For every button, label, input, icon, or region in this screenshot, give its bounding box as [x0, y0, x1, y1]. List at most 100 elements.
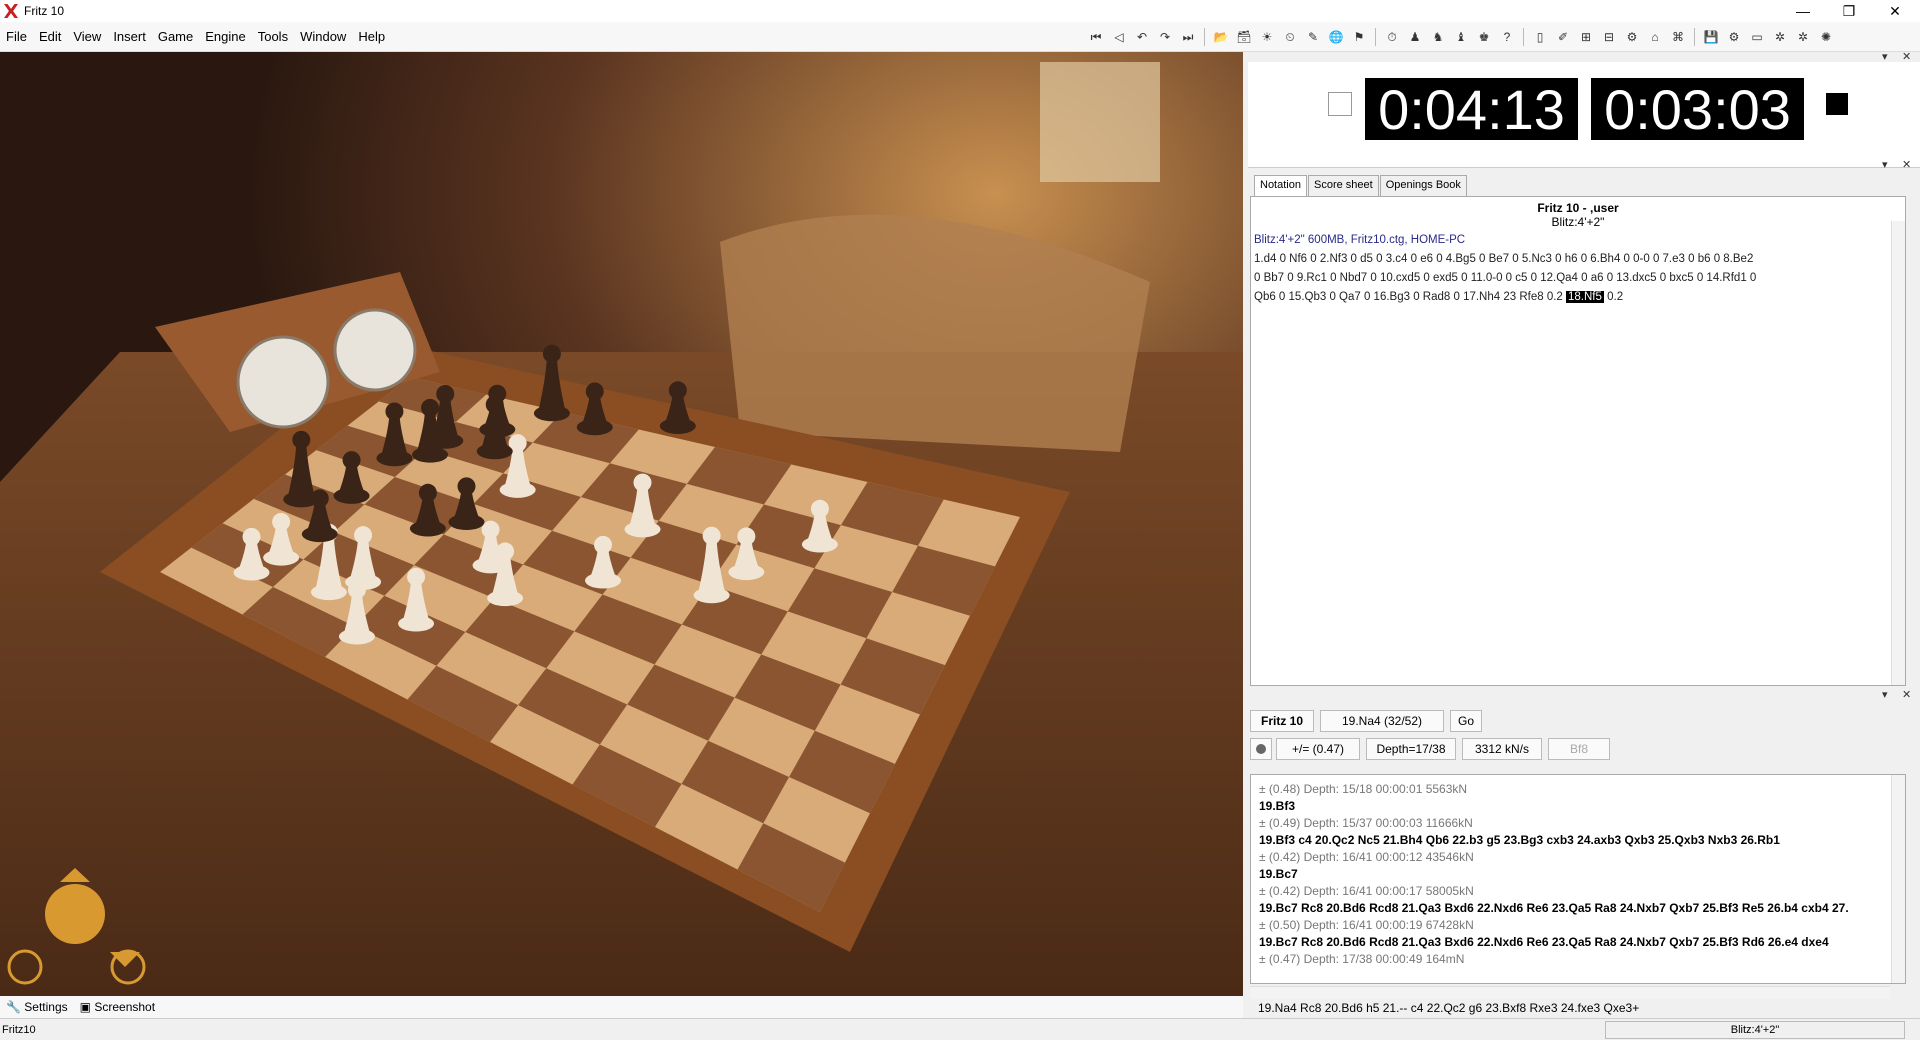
timer-icon[interactable]: ⏲ — [1279, 27, 1301, 47]
open-icon[interactable]: 📂 — [1210, 27, 1232, 47]
notation-scrollbar[interactable] — [1891, 221, 1905, 685]
menu-help[interactable]: Help — [352, 29, 391, 44]
tray-icon[interactable]: ▭ — [1746, 27, 1768, 47]
chess-scene[interactable] — [0, 52, 1243, 996]
engine-icon[interactable]: ☀ — [1256, 27, 1278, 47]
tab-openings-book[interactable]: Openings Book — [1379, 175, 1467, 197]
engine-toggle[interactable] — [1250, 738, 1272, 760]
game-event: Blitz:4'+2" — [1551, 215, 1605, 229]
moves-line-3[interactable]: Qb6 0 15.Qb3 0 Qa7 0 16.Bg3 0 Rad8 0 17.… — [1254, 290, 1903, 305]
menu-edit[interactable]: Edit — [33, 29, 67, 44]
analysis-variation[interactable]: 19.Bc7 — [1251, 866, 1905, 883]
notation-panel[interactable]: Fritz 10 - ,user Blitz:4'+2" Blitz:4'+2"… — [1250, 196, 1906, 686]
game-header: Fritz 10 - ,user — [1537, 201, 1619, 215]
engine-pane-close-icon[interactable]: ✕ — [1902, 688, 1911, 701]
screenshot-label: Screenshot — [94, 1000, 156, 1014]
menu-engine[interactable]: Engine — [199, 29, 251, 44]
analysis-info: ± (0.49) Depth: 15/37 00:00:03 11666kN — [1259, 816, 1473, 830]
white-to-move-indicator — [1328, 92, 1352, 116]
current-move[interactable]: 18.Nf5 — [1566, 291, 1604, 303]
settings-icon[interactable]: ⚙ — [1723, 27, 1745, 47]
moves-line-3-eval[interactable]: 0.2 — [1607, 291, 1623, 303]
right-pane: ▾ ✕ 0:04:13 0:03:03 ▾ ✕ Notation Score s… — [1248, 51, 1920, 1017]
back-icon[interactable]: ↶ — [1131, 27, 1153, 47]
screenshot-button[interactable]: ▣ Screenshot — [80, 1000, 155, 1014]
menu-file[interactable]: File — [0, 29, 33, 44]
analysis-info: ± (0.47) Depth: 17/38 00:00:49 164mN — [1259, 952, 1465, 966]
3d-board-view[interactable] — [0, 52, 1243, 996]
notation-pane-menu-icon[interactable]: ▾ — [1882, 158, 1888, 171]
clock-icon[interactable]: ⏱ — [1381, 27, 1403, 47]
tab-score-sheet[interactable]: Score sheet — [1307, 175, 1379, 197]
engine-name[interactable]: Fritz 10 — [1250, 710, 1314, 732]
chat-icon[interactable]: ⌘ — [1667, 27, 1689, 47]
gear-icon[interactable]: ✲ — [1769, 27, 1791, 47]
toolbar-separator — [1204, 28, 1205, 46]
engine-status-icon — [1256, 744, 1266, 754]
help-icon[interactable]: ? — [1496, 27, 1518, 47]
layout-icon[interactable]: ⊟ — [1598, 27, 1620, 47]
menu-window[interactable]: Window — [294, 29, 352, 44]
engine-best-line: 19.Na4 Rc8 20.Bd6 h5 21.-- c4 22.Qc2 g6 … — [1250, 999, 1918, 1017]
analysis-info: ± (0.42) Depth: 16/41 00:00:12 43546kN — [1259, 850, 1474, 864]
moves-line-3-text[interactable]: Qb6 0 15.Qb3 0 Qa7 0 16.Bg3 0 Rad8 0 17.… — [1254, 291, 1563, 303]
analysis-variation[interactable]: 19.Bf3 c4 20.Qc2 Nc5 21.Bh4 Qb6 22.b3 g5… — [1251, 832, 1905, 849]
game-meta: Blitz:4'+2" 600MB, Fritz10.ctg, HOME-PC — [1254, 234, 1466, 246]
flash-icon[interactable]: ✺ — [1815, 27, 1837, 47]
trophy-icon[interactable]: ♚ — [1473, 27, 1495, 47]
skill-icon[interactable]: ♝ — [1450, 27, 1472, 47]
white-clock: 0:04:13 — [1365, 78, 1578, 141]
analysis-scrollbar[interactable] — [1891, 775, 1905, 983]
database-icon[interactable]: 🗃 — [1233, 27, 1255, 47]
engine-pane-menu-icon[interactable]: ▾ — [1882, 688, 1888, 701]
bottom-bar: 🔧 Settings ▣ Screenshot — [0, 996, 1243, 1018]
status-left: Fritz10 — [2, 1023, 36, 1036]
ruler-icon[interactable]: ✎ — [1302, 27, 1324, 47]
toolbar-separator — [1523, 28, 1524, 46]
fritz-icon[interactable]: ♞ — [1427, 27, 1449, 47]
toolbar: ⏮ ◁ ↶ ↷ ⏭ 📂 🗃 ☀ ⏲ ✎ 🌐 ⚑ ⏱ ♟ ♞ ♝ ♚? ▯ ✐ ⊞ ⊟ ⚙ ⌂ ⌘ 💾 ⚙ ▭ ✲ ✲ ✺ — [1085, 26, 1837, 48]
board-icon[interactable]: ⊞ — [1575, 27, 1597, 47]
globe-icon[interactable]: 🌐 — [1325, 27, 1347, 47]
analysis-hscrollbar[interactable] — [1250, 986, 1890, 1000]
go-button[interactable]: Go — [1450, 710, 1482, 732]
pen-icon[interactable]: ✐ — [1552, 27, 1574, 47]
last-move-icon[interactable]: ⏭ — [1177, 27, 1199, 47]
flag-icon[interactable]: ⚑ — [1348, 27, 1370, 47]
analysis-variation[interactable]: 19.Bf3 — [1251, 798, 1905, 815]
settings-button[interactable]: 🔧 Settings — [6, 1000, 68, 1014]
save-icon[interactable]: 💾 — [1700, 27, 1722, 47]
menu-view[interactable]: View — [67, 29, 107, 44]
menu-game[interactable]: Game — [152, 29, 199, 44]
analysis-variation[interactable]: 19.Bc7 Rc8 20.Bd6 Rcd8 21.Qa3 Bxd6 22.Nx… — [1251, 934, 1905, 951]
menu-tools[interactable]: Tools — [252, 29, 294, 44]
analysis-info: ± (0.48) Depth: 15/18 00:00:01 5563kN — [1259, 782, 1468, 796]
notation-pane-close-icon[interactable]: ✕ — [1902, 158, 1911, 171]
engine-current-move: 19.Na4 (32/52) — [1320, 710, 1444, 732]
tab-notation[interactable]: Notation — [1254, 175, 1307, 197]
wrench-icon: 🔧 — [6, 1000, 21, 1014]
close-button[interactable]: ✕ — [1872, 0, 1918, 22]
analysis-info: ± (0.42) Depth: 16/41 00:00:17 58005kN — [1259, 884, 1474, 898]
pawn-icon[interactable]: ♟ — [1404, 27, 1426, 47]
engine-depth: Depth=17/38 — [1366, 738, 1456, 760]
analysis-variation[interactable]: 19.Bc7 Rc8 20.Bd6 Rcd8 21.Qa3 Bxd6 22.Nx… — [1251, 900, 1905, 917]
network-icon[interactable]: ⚙ — [1621, 27, 1643, 47]
book-icon[interactable]: ▯ — [1529, 27, 1551, 47]
black-clock: 0:03:03 — [1591, 78, 1804, 141]
engine-speed: 3312 kN/s — [1462, 738, 1542, 760]
monitor-icon[interactable]: ⌂ — [1644, 27, 1666, 47]
forward-icon[interactable]: ↷ — [1154, 27, 1176, 47]
prev-move-icon[interactable]: ◁ — [1108, 27, 1130, 47]
restore-button[interactable]: ❐ — [1826, 0, 1872, 22]
first-move-icon[interactable]: ⏮ — [1085, 27, 1107, 47]
menu-insert[interactable]: Insert — [107, 29, 152, 44]
moves-line-2[interactable]: 0 Bb7 0 9.Rc1 0 Nbd7 0 10.cxd5 0 exd5 0 … — [1254, 271, 1903, 286]
analysis-output[interactable]: ± (0.48) Depth: 15/18 00:00:01 5563kN 19.… — [1250, 774, 1906, 984]
analysis-info: ± (0.50) Depth: 16/41 00:00:19 67428kN — [1259, 918, 1474, 932]
toolbar-separator — [1694, 28, 1695, 46]
analysis-lines: ± (0.48) Depth: 15/18 00:00:01 5563kN 19.… — [1251, 775, 1905, 968]
gear2-icon[interactable]: ✲ — [1792, 27, 1814, 47]
moves-line-1[interactable]: 1.d4 0 Nf6 0 2.Nf3 0 d5 0 3.c4 0 e6 0 4.… — [1254, 252, 1903, 267]
minimize-button[interactable]: — — [1780, 0, 1826, 22]
